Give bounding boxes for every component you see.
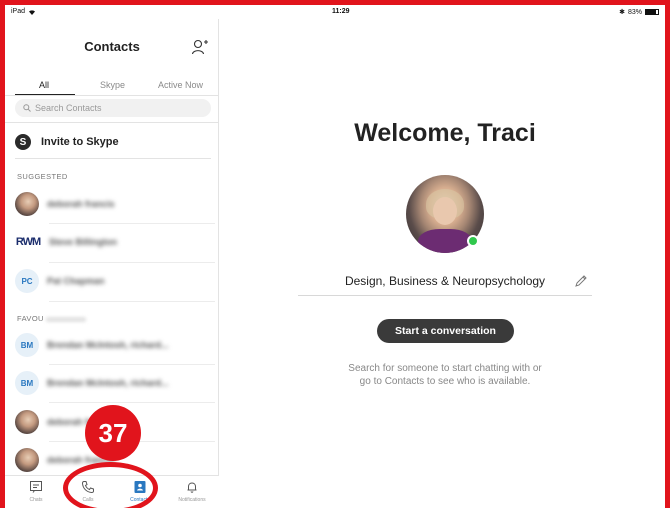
chat-icon <box>30 481 42 493</box>
nav-chats-label: Chats <box>29 497 43 503</box>
page-title: Contacts <box>84 39 140 54</box>
divider <box>49 262 215 263</box>
battery-percent: 83% <box>627 8 642 16</box>
avatar: BM <box>15 371 39 395</box>
contact-tabs: All Skype Active Now <box>5 77 219 96</box>
bell-icon <box>187 482 197 493</box>
divider <box>15 158 211 159</box>
device-label: iPad <box>11 8 26 15</box>
skype-icon: S <box>15 134 31 150</box>
avatar: RWM <box>15 236 41 248</box>
add-contact-icon[interactable] <box>191 38 209 56</box>
divider <box>49 402 215 403</box>
online-status-dot <box>467 235 479 247</box>
battery-icon <box>645 9 659 15</box>
contact-name: Pat Chapman <box>47 276 105 286</box>
nav-notifications-label: Notifications <box>178 497 206 503</box>
divider <box>49 223 215 224</box>
bluetooth-icon: ✱ <box>619 9 625 16</box>
list-item[interactable]: RWM Steve Billington <box>15 229 215 255</box>
start-conversation-button[interactable]: Start a conversation <box>377 319 514 343</box>
contact-name: Brendan McIntosh, richard... <box>47 378 169 388</box>
divider <box>49 301 215 302</box>
mood-underline <box>298 295 592 296</box>
contact-name: Steve Billington <box>49 237 118 247</box>
tab-skype[interactable]: Skype <box>100 80 125 90</box>
tab-all[interactable]: All <box>39 80 49 90</box>
contact-name: Brendan McIntosh, richard... <box>47 340 169 350</box>
wifi-icon <box>29 9 36 15</box>
favourites-section-label: FAVOU <box>17 314 86 323</box>
pencil-icon[interactable] <box>574 274 588 288</box>
invite-to-skype-button[interactable]: S Invite to Skype <box>15 132 119 152</box>
step-number-badge: 37 <box>85 405 141 461</box>
mood-message[interactable]: Design, Business & Neuropsychology <box>220 274 670 288</box>
avatar: PC <box>15 269 39 293</box>
avatar <box>15 448 39 472</box>
suggested-section-label: SUGGESTED <box>17 172 68 181</box>
divider <box>49 364 215 365</box>
tab-active-now[interactable]: Active Now <box>158 80 203 90</box>
divider <box>5 95 219 96</box>
welcome-panel: Welcome, Traci Design, Business & Neurop… <box>220 19 665 508</box>
search-icon <box>23 104 31 112</box>
list-item[interactable]: BM Brendan McIntosh, richard... <box>15 370 215 396</box>
status-time: 11:29 <box>332 8 350 15</box>
invite-label: Invite to Skype <box>41 136 119 148</box>
nav-chats[interactable]: Chats <box>16 480 56 503</box>
avatar: BM <box>15 333 39 357</box>
list-item[interactable]: PC Pat Chapman <box>15 268 215 294</box>
welcome-heading: Welcome, Traci <box>354 119 536 147</box>
contact-name: deborah francis <box>47 199 115 209</box>
hint-text: Search for someone to start chatting wit… <box>348 363 542 387</box>
sidebar-header: Contacts <box>5 19 219 75</box>
divider <box>5 122 219 123</box>
search-placeholder: Search Contacts <box>35 103 102 113</box>
list-item[interactable]: BM Brendan McIntosh, richard... <box>15 332 215 358</box>
highlight-ring <box>63 462 158 508</box>
avatar <box>15 192 39 216</box>
status-bar: iPad 11:29 ✱ 83% <box>5 5 665 19</box>
nav-notifications[interactable]: Notifications <box>172 480 212 503</box>
search-input[interactable]: Search Contacts <box>15 99 211 117</box>
avatar <box>15 410 39 434</box>
list-item[interactable]: deborah francis <box>15 191 215 217</box>
